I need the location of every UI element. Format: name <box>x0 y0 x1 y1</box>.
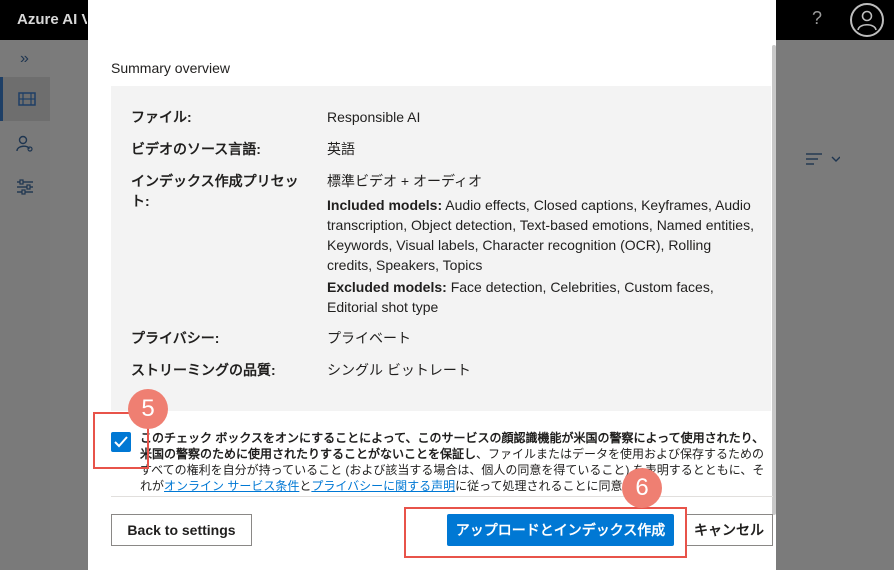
file-label: ファイル: <box>131 109 192 125</box>
step5-badge: 5 <box>128 389 168 429</box>
excluded-models: Excluded models: Face detection, Celebri… <box>327 277 759 317</box>
media-icon <box>17 92 36 106</box>
streaming-quality-value: シングル ビットレート <box>327 362 471 378</box>
cancel-button[interactable]: キャンセル <box>685 514 773 546</box>
preset-value: 標準ビデオ + オーディオ <box>327 173 482 189</box>
app-title: Azure AI Video Indexer <box>17 11 87 28</box>
consent-text: このチェック ボックスをオンにすることによって、このサービスの顔認識機能が米国の… <box>140 430 774 494</box>
footer-divider <box>111 496 773 497</box>
privacy-label: プライバシー: <box>131 330 220 346</box>
included-models-label: Included models: <box>327 197 443 213</box>
step6-badge: 6 <box>622 468 662 508</box>
user-icon <box>857 10 877 31</box>
people-icon <box>16 135 33 152</box>
help-icon[interactable]: ? <box>812 8 822 29</box>
included-models: Included models: Audio effects, Closed c… <box>327 195 759 275</box>
sort-icon[interactable] <box>806 152 840 166</box>
step6-highlight <box>404 507 687 558</box>
app-sidebar: » <box>0 40 50 570</box>
sidebar-item-people[interactable] <box>0 122 50 166</box>
privacy-value: プライベート <box>327 330 411 346</box>
expand-icon[interactable]: » <box>20 50 29 68</box>
sidebar-item-settings[interactable] <box>0 165 50 209</box>
summary-title: Summary overview <box>111 60 231 76</box>
back-to-settings-button[interactable]: Back to settings <box>111 514 252 546</box>
preset-label-line1: インデックス作成プリセッ <box>131 173 299 189</box>
source-language-value: 英語 <box>327 141 355 157</box>
excluded-models-label: Excluded models: <box>327 279 447 295</box>
privacy-statement-link[interactable]: プライバシーに関する声明 <box>311 479 455 493</box>
avatar[interactable] <box>850 3 884 37</box>
preset-label-line2: ト: <box>131 193 150 209</box>
streaming-quality-label: ストリーミングの品質: <box>131 362 276 378</box>
consent-text-2: と <box>299 479 312 493</box>
online-services-terms-link[interactable]: オンライン サービス条件 <box>164 479 299 493</box>
settings-sliders-icon <box>17 179 33 195</box>
file-value: Responsible AI <box>327 109 421 125</box>
source-language-label: ビデオのソース言語: <box>131 141 261 157</box>
sidebar-item-media[interactable] <box>0 77 50 121</box>
